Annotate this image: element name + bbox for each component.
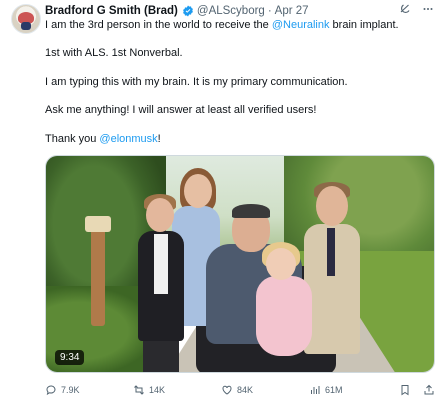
bookmark-icon bbox=[401, 385, 409, 396]
like-count: 84K bbox=[237, 385, 254, 395]
bookmark-button[interactable] bbox=[399, 384, 411, 396]
views-icon bbox=[311, 386, 320, 394]
video-thumbnail bbox=[46, 156, 434, 372]
scene-person bbox=[266, 248, 296, 280]
repost-count: 14K bbox=[149, 385, 166, 395]
tweet-text-segment: Thank you bbox=[45, 133, 100, 145]
like-button[interactable]: 84K bbox=[221, 384, 253, 396]
tweet-top-actions bbox=[399, 3, 435, 15]
neuralink-mention-link[interactable]: @Neuralink bbox=[272, 19, 330, 31]
tweet-text-segment: I am the 3rd person in the world to rece… bbox=[45, 19, 272, 31]
tweet-text-segment: brain implant. bbox=[329, 19, 399, 31]
more-icon[interactable] bbox=[421, 3, 435, 15]
reply-count: 7.9K bbox=[61, 385, 80, 395]
share-icon bbox=[424, 384, 434, 395]
video-player[interactable]: 9:34 bbox=[45, 155, 435, 373]
like-icon bbox=[222, 385, 232, 395]
grok-icon[interactable] bbox=[399, 3, 411, 15]
avatar[interactable] bbox=[11, 4, 41, 34]
tweet-text-segment: ! bbox=[157, 133, 161, 145]
scene-person bbox=[327, 228, 335, 276]
scene-person bbox=[154, 234, 168, 294]
elonmusk-mention-link[interactable]: @elonmusk bbox=[99, 133, 157, 145]
tweet-line-3: I am typing this with my brain. It is my… bbox=[45, 76, 348, 88]
views-button[interactable]: 61M bbox=[309, 384, 343, 396]
tweet-line-2: 1st with ALS. 1st Nonverbal. bbox=[45, 47, 183, 59]
tweet-line-4: Ask me anything! I will answer at least … bbox=[45, 104, 317, 116]
scene-person bbox=[256, 276, 312, 356]
scene-person bbox=[146, 198, 174, 232]
video-duration-badge: 9:34 bbox=[55, 350, 85, 365]
share-button[interactable] bbox=[423, 384, 435, 396]
tweet-actions-bar: 7.9K 14K 84K 61M bbox=[45, 384, 440, 398]
repost-icon bbox=[134, 385, 144, 395]
avatar-art-base bbox=[21, 22, 31, 30]
author-name[interactable]: Bradford G Smith (Brad) bbox=[45, 5, 178, 17]
header-separator: · bbox=[267, 5, 272, 17]
scene-lamp bbox=[85, 216, 111, 326]
verified-badge-icon bbox=[182, 5, 193, 17]
tweet-line-5: Thank you @elonmusk! bbox=[45, 132, 161, 146]
scene-person bbox=[184, 174, 212, 208]
author-handle[interactable]: @ALScyborg bbox=[197, 5, 265, 17]
tweet-line-1: I am the 3rd person in the world to rece… bbox=[45, 18, 399, 32]
reply-icon bbox=[46, 385, 56, 396]
scene-person bbox=[232, 204, 270, 218]
tweet-date[interactable]: Apr 27 bbox=[275, 5, 309, 17]
repost-button[interactable]: 14K bbox=[133, 384, 165, 396]
scene-person bbox=[143, 336, 179, 372]
reply-button[interactable]: 7.9K bbox=[45, 384, 80, 396]
scene-person bbox=[316, 186, 348, 226]
tweet-header: Bradford G Smith (Brad) @ALScyborg · Apr… bbox=[45, 3, 309, 19]
views-count: 61M bbox=[325, 385, 343, 395]
